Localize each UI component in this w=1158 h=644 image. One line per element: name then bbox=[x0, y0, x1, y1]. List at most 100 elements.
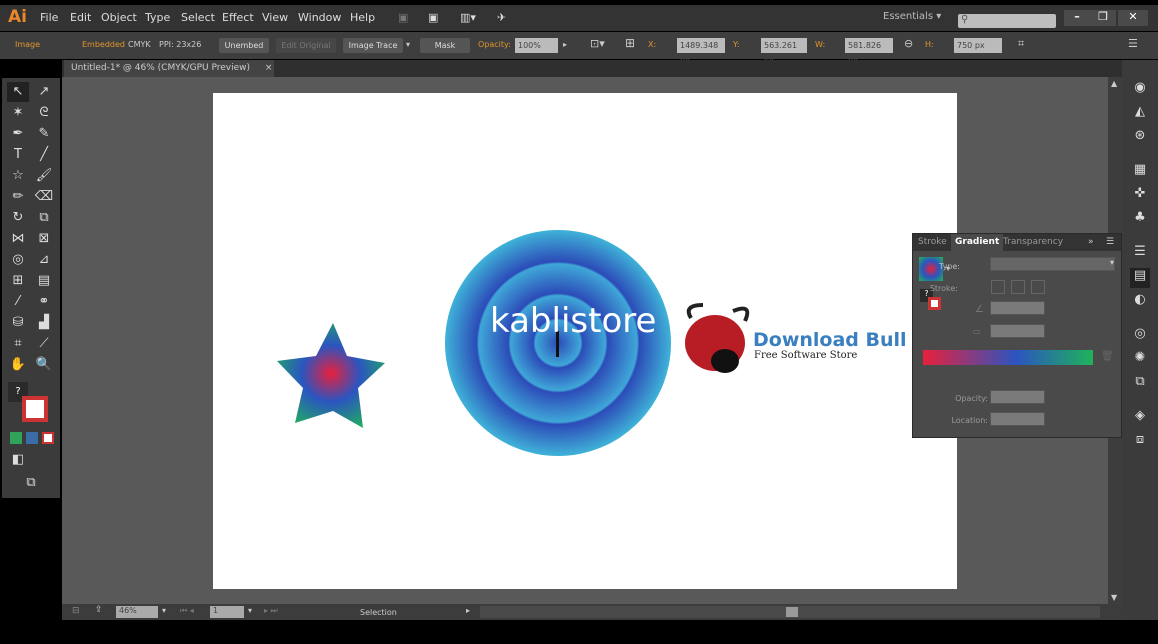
artboard-nav-icon[interactable]: ⊟ bbox=[72, 606, 80, 616]
menu-select[interactable]: Select bbox=[181, 11, 215, 24]
collapse-panel-icon[interactable]: » bbox=[1088, 237, 1094, 247]
menu-help[interactable]: Help bbox=[350, 11, 375, 24]
symbol-sprayer-tool-icon[interactable]: ⛁ bbox=[7, 313, 29, 333]
gradient-slider[interactable] bbox=[923, 350, 1093, 365]
y-field[interactable]: 563.261 px bbox=[761, 38, 807, 65]
star-tool-icon[interactable]: ☆ bbox=[7, 166, 29, 186]
unembed-button[interactable]: Unembed bbox=[219, 38, 269, 53]
lasso-tool-icon[interactable]: ᘓ bbox=[33, 103, 55, 123]
curvature-tool-icon[interactable]: ✎ bbox=[33, 124, 55, 144]
eraser-tool-icon[interactable]: ⌫ bbox=[33, 187, 55, 207]
direct-selection-tool-icon[interactable]: ↗ bbox=[33, 82, 55, 102]
x-field[interactable]: 1489.348 px bbox=[677, 38, 725, 65]
line-tool-icon[interactable]: ╱ bbox=[33, 145, 55, 165]
swatches-icon[interactable]: ▦ bbox=[1130, 162, 1150, 182]
location-field[interactable] bbox=[990, 412, 1045, 426]
selection-tool-icon[interactable]: ↖ bbox=[7, 82, 29, 102]
menu-effect[interactable]: Effect bbox=[222, 11, 254, 24]
column-graph-tool-icon[interactable]: ▟ bbox=[33, 313, 55, 333]
screen-mode-icon[interactable]: ⧉ bbox=[20, 473, 42, 493]
brushes-icon[interactable]: ✜ bbox=[1130, 186, 1150, 206]
slice-tool-icon[interactable]: ⟋ bbox=[33, 334, 55, 354]
workspace-switcher[interactable]: Essentials ▾ bbox=[883, 11, 941, 22]
panel-menu-icon[interactable]: ☰ bbox=[1106, 237, 1114, 247]
color-panel-icon[interactable]: ◉ bbox=[1130, 80, 1150, 100]
edit-original-button[interactable]: Edit Original bbox=[276, 38, 336, 53]
eyedropper-tool-icon[interactable]: ⁄ bbox=[7, 292, 29, 312]
artboard-tool-icon[interactable]: ⌗ bbox=[7, 334, 29, 354]
status-menu-icon[interactable]: ▸ bbox=[466, 606, 470, 615]
constrain-link-icon[interactable]: ⊖ bbox=[904, 37, 913, 50]
h-field[interactable]: 750 px bbox=[954, 38, 1002, 53]
first-artboard-icon[interactable]: ⏮ ◂ bbox=[180, 606, 194, 616]
transform-icon[interactable]: ⌗ bbox=[1018, 37, 1024, 51]
image-trace-dropdown-icon[interactable]: ▾ bbox=[406, 40, 410, 49]
color-guide-icon[interactable]: ◭ bbox=[1130, 104, 1150, 124]
scroll-up-icon[interactable]: ▲ bbox=[1111, 79, 1117, 88]
opacity-field[interactable] bbox=[990, 390, 1045, 404]
aspect-ratio-field[interactable] bbox=[990, 324, 1045, 338]
symbols-icon[interactable]: ♣ bbox=[1130, 210, 1150, 230]
tab-transparency[interactable]: Transparency bbox=[1003, 237, 1063, 247]
artboards-icon[interactable]: ⧈ bbox=[1130, 432, 1150, 452]
scroll-down-icon[interactable]: ▼ bbox=[1111, 593, 1117, 602]
zoom-tool-icon[interactable]: 🔍 bbox=[33, 355, 55, 375]
artboard-dropdown-icon[interactable]: ▾ bbox=[248, 606, 252, 615]
object-type-label[interactable]: Image bbox=[15, 40, 40, 49]
tab-gradient[interactable]: Gradient bbox=[951, 234, 1004, 251]
layers-icon[interactable]: ◈ bbox=[1130, 408, 1150, 428]
angle-field[interactable] bbox=[990, 301, 1045, 315]
gradient-panel-icon[interactable]: ▤ bbox=[1130, 268, 1150, 288]
stroke-across-button[interactable] bbox=[1031, 280, 1045, 294]
share-icon[interactable]: ⇪ bbox=[95, 605, 103, 615]
menu-file[interactable]: File bbox=[40, 11, 58, 24]
width-tool-icon[interactable]: ⋈ bbox=[7, 229, 29, 249]
document-tab[interactable]: Untitled-1* @ 46% (CMYK/GPU Preview) × bbox=[64, 60, 274, 77]
free-transform-tool-icon[interactable]: ⊠ bbox=[33, 229, 55, 249]
perspective-grid-tool-icon[interactable]: ⊿ bbox=[33, 250, 55, 270]
magic-wand-tool-icon[interactable]: ✶ bbox=[7, 103, 29, 123]
close-button[interactable]: ✕ bbox=[1118, 10, 1148, 26]
asset-export-icon[interactable]: ⧉ bbox=[1130, 374, 1150, 394]
stroke-along-button[interactable] bbox=[1011, 280, 1025, 294]
menu-type[interactable]: Type bbox=[145, 11, 170, 24]
scroll-thumb[interactable] bbox=[786, 607, 798, 617]
align-icon[interactable]: ⊡▾ bbox=[590, 37, 605, 50]
artboard[interactable]: kablistore Download Bull Free Software S… bbox=[213, 93, 957, 589]
shape-builder-tool-icon[interactable]: ◎ bbox=[7, 250, 29, 270]
delete-stop-icon[interactable]: 🗑 bbox=[1101, 351, 1114, 362]
opacity-label[interactable]: Opacity: bbox=[478, 40, 511, 49]
w-field[interactable]: 581.826 px bbox=[845, 38, 893, 65]
horizontal-scrollbar[interactable] bbox=[480, 606, 1100, 618]
reference-point-icon[interactable]: ⊞ bbox=[625, 36, 635, 50]
bridge-icon[interactable]: ▣ bbox=[398, 11, 408, 24]
type-tool-icon[interactable]: T bbox=[7, 145, 29, 165]
transparency-panel-icon[interactable]: ◐ bbox=[1130, 292, 1150, 312]
pencil-tool-icon[interactable]: ✏ bbox=[7, 187, 29, 207]
image-trace-button[interactable]: Image Trace bbox=[343, 38, 403, 53]
mask-button[interactable]: Mask bbox=[420, 38, 470, 53]
minimize-button[interactable]: – bbox=[1064, 10, 1090, 26]
tab-stroke[interactable]: Stroke bbox=[918, 237, 947, 247]
pen-tool-icon[interactable]: ✒ bbox=[7, 124, 29, 144]
stroke-indicator[interactable] bbox=[928, 297, 941, 310]
menu-window[interactable]: Window bbox=[298, 11, 341, 24]
rotate-tool-icon[interactable]: ↻ bbox=[7, 208, 29, 228]
graphic-styles-icon[interactable]: ✺ bbox=[1130, 350, 1150, 370]
paintbrush-tool-icon[interactable]: 🖌 bbox=[33, 166, 55, 186]
color-mode-button[interactable] bbox=[10, 432, 22, 444]
menu-edit[interactable]: Edit bbox=[70, 11, 91, 24]
artboard-field[interactable]: 1 bbox=[210, 606, 244, 618]
gradient-tool-icon[interactable]: ▤ bbox=[33, 271, 55, 291]
stroke-within-button[interactable] bbox=[991, 280, 1005, 294]
stroke-swatch[interactable] bbox=[22, 396, 48, 422]
none-mode-button[interactable] bbox=[42, 432, 54, 444]
type-dropdown[interactable]: ▾ bbox=[990, 257, 1115, 271]
gpu-performance-icon[interactable]: ✈ bbox=[497, 11, 506, 24]
stroke-panel-icon[interactable]: ☰ bbox=[1130, 244, 1150, 264]
blend-tool-icon[interactable]: ⚭ bbox=[33, 292, 55, 312]
panel-menu-icon[interactable]: ☰ bbox=[1128, 37, 1138, 50]
last-artboard-icon[interactable]: ▸ ⏭ bbox=[264, 606, 278, 616]
current-tool-status[interactable]: Selection bbox=[360, 608, 397, 617]
gradient-mode-button[interactable] bbox=[26, 432, 38, 444]
